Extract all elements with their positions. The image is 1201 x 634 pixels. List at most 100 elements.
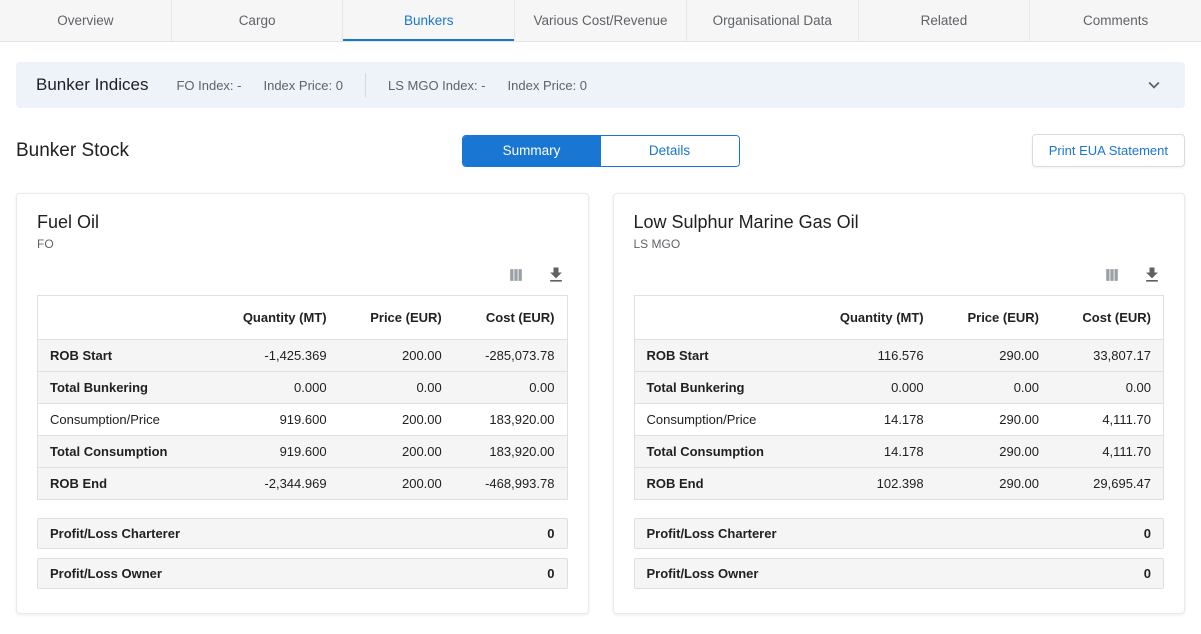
row-price: 290.00	[936, 340, 1051, 372]
tab-organisational-data[interactable]: Organisational Data	[686, 0, 858, 41]
row-price: 0.00	[936, 372, 1051, 404]
row-price: 290.00	[936, 468, 1051, 500]
tab-bunkers[interactable]: Bunkers	[342, 0, 514, 41]
empty-header-cell	[634, 296, 805, 340]
row-price: 290.00	[936, 404, 1051, 436]
pl-value: 0	[547, 526, 554, 541]
chevron-down-icon[interactable]	[1143, 74, 1165, 96]
tab-cargo[interactable]: Cargo	[171, 0, 343, 41]
row-cost: 183,920.00	[454, 404, 567, 436]
row-label: Consumption/Price	[38, 404, 209, 436]
profit-loss-owner: Profit/Loss Owner 0	[634, 558, 1165, 589]
bunker-stock-header-row: Bunker Stock Summary Details Print EUA S…	[16, 134, 1185, 167]
row-price: 0.00	[339, 372, 454, 404]
view-columns-icon[interactable]	[506, 265, 526, 285]
row-price: 200.00	[339, 404, 454, 436]
card-title: Low Sulphur Marine Gas Oil	[634, 212, 1165, 233]
profit-loss-owner: Profit/Loss Owner 0	[37, 558, 568, 589]
fo-index-price: Index Price: 0	[263, 78, 343, 93]
row-qty: 0.000	[805, 372, 935, 404]
row-cost: 0.00	[1051, 372, 1164, 404]
ls-mgo-table: Quantity (MT) Price (EUR) Cost (EUR) ROB…	[634, 295, 1165, 500]
row-label: Consumption/Price	[634, 404, 805, 436]
row-label: Total Consumption	[634, 436, 805, 468]
table-row-total-consumption: Total Consumption 14.178 290.00 4,111.70	[634, 436, 1164, 468]
row-label: Total Bunkering	[38, 372, 209, 404]
row-label: Total Bunkering	[634, 372, 805, 404]
row-price: 200.00	[339, 340, 454, 372]
profit-loss-charterer: Profit/Loss Charterer 0	[37, 518, 568, 549]
tab-related[interactable]: Related	[858, 0, 1030, 41]
pl-value: 0	[1144, 526, 1151, 541]
ls-mgo-card: Low Sulphur Marine Gas Oil LS MGO Quanti…	[613, 193, 1186, 614]
row-price: 200.00	[339, 468, 454, 500]
tab-various-cost-revenue[interactable]: Various Cost/Revenue	[514, 0, 686, 41]
row-label: Total Consumption	[38, 436, 209, 468]
mgo-index-value: LS MGO Index: -	[388, 78, 486, 93]
bunker-cards: Fuel Oil FO Quantity (MT) Price (EUR) Co…	[16, 193, 1185, 614]
download-icon[interactable]	[1142, 265, 1162, 285]
row-qty: 919.600	[209, 404, 339, 436]
row-label: ROB End	[38, 468, 209, 500]
top-tab-bar: Overview Cargo Bunkers Various Cost/Reve…	[0, 0, 1201, 42]
fo-index-value: FO Index: -	[176, 78, 241, 93]
card-subtitle: FO	[37, 237, 568, 251]
tab-overview[interactable]: Overview	[0, 0, 171, 41]
download-icon[interactable]	[546, 265, 566, 285]
fuel-oil-card: Fuel Oil FO Quantity (MT) Price (EUR) Co…	[16, 193, 589, 614]
pl-value: 0	[1144, 566, 1151, 581]
bunker-indices-bar: Bunker Indices FO Index: - Index Price: …	[16, 62, 1185, 108]
row-qty: 919.600	[209, 436, 339, 468]
table-row-total-bunkering: Total Bunkering 0.000 0.00 0.00	[38, 372, 568, 404]
row-cost: -285,073.78	[454, 340, 567, 372]
summary-toggle-button[interactable]: Summary	[463, 136, 601, 166]
table-row-rob-end: ROB End -2,344.969 200.00 -468,993.78	[38, 468, 568, 500]
tab-comments[interactable]: Comments	[1029, 0, 1201, 41]
row-cost: 183,920.00	[454, 436, 567, 468]
row-cost: -468,993.78	[454, 468, 567, 500]
view-columns-icon[interactable]	[1102, 265, 1122, 285]
pl-label: Profit/Loss Owner	[50, 566, 162, 581]
row-price: 290.00	[936, 436, 1051, 468]
row-qty: 0.000	[209, 372, 339, 404]
row-qty: 102.398	[805, 468, 935, 500]
card-title: Fuel Oil	[37, 212, 568, 233]
details-toggle-button[interactable]: Details	[601, 136, 739, 166]
column-header-price: Price (EUR)	[339, 296, 454, 340]
pl-label: Profit/Loss Charterer	[50, 526, 180, 541]
pl-value: 0	[547, 566, 554, 581]
row-cost: 4,111.70	[1051, 404, 1164, 436]
column-header-cost: Cost (EUR)	[1051, 296, 1164, 340]
row-cost: 0.00	[454, 372, 567, 404]
table-row-rob-end: ROB End 102.398 290.00 29,695.47	[634, 468, 1164, 500]
pl-label: Profit/Loss Charterer	[647, 526, 777, 541]
column-header-cost: Cost (EUR)	[454, 296, 567, 340]
row-cost: 29,695.47	[1051, 468, 1164, 500]
row-qty: 14.178	[805, 436, 935, 468]
indices-divider	[365, 73, 366, 97]
table-row-rob-start: ROB Start -1,425.369 200.00 -285,073.78	[38, 340, 568, 372]
mgo-index-price: Index Price: 0	[508, 78, 588, 93]
column-header-quantity: Quantity (MT)	[805, 296, 935, 340]
table-row-rob-start: ROB Start 116.576 290.00 33,807.17	[634, 340, 1164, 372]
row-price: 200.00	[339, 436, 454, 468]
fuel-oil-table: Quantity (MT) Price (EUR) Cost (EUR) ROB…	[37, 295, 568, 500]
card-subtitle: LS MGO	[634, 237, 1165, 251]
row-qty: 14.178	[805, 404, 935, 436]
table-row-total-bunkering: Total Bunkering 0.000 0.00 0.00	[634, 372, 1164, 404]
pl-label: Profit/Loss Owner	[647, 566, 759, 581]
empty-header-cell	[38, 296, 209, 340]
print-eua-statement-button[interactable]: Print EUA Statement	[1032, 134, 1185, 167]
row-qty: 116.576	[805, 340, 935, 372]
column-header-quantity: Quantity (MT)	[209, 296, 339, 340]
table-row-consumption-price: Consumption/Price 14.178 290.00 4,111.70	[634, 404, 1164, 436]
row-label: ROB End	[634, 468, 805, 500]
table-row-total-consumption: Total Consumption 919.600 200.00 183,920…	[38, 436, 568, 468]
row-label: ROB Start	[38, 340, 209, 372]
row-qty: -1,425.369	[209, 340, 339, 372]
bunker-indices-title: Bunker Indices	[36, 75, 148, 95]
row-cost: 4,111.70	[1051, 436, 1164, 468]
bunker-stock-title: Bunker Stock	[16, 140, 462, 162]
row-label: ROB Start	[634, 340, 805, 372]
row-qty: -2,344.969	[209, 468, 339, 500]
